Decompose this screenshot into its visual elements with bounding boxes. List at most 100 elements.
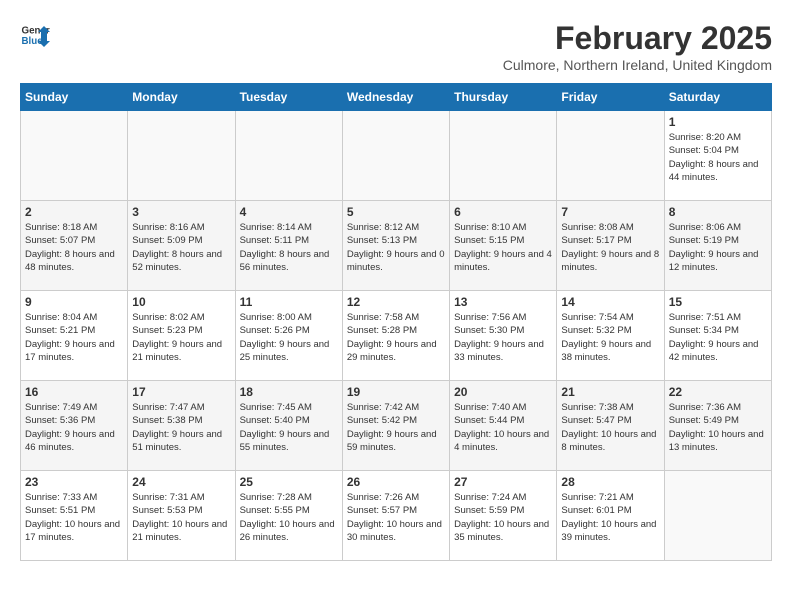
day-info: Sunrise: 7:47 AM Sunset: 5:38 PM Dayligh… [132,401,230,454]
day-info: Sunrise: 7:33 AM Sunset: 5:51 PM Dayligh… [25,491,123,544]
day-cell: 9 Sunrise: 8:04 AM Sunset: 5:21 PM Daylig… [21,291,128,381]
week-row-1: 1 Sunrise: 8:20 AM Sunset: 5:04 PM Daylig… [21,111,772,201]
day-number: 1 [669,115,767,129]
day-cell: 15 Sunrise: 7:51 AM Sunset: 5:34 PM Dayli… [664,291,771,381]
calendar-table: SundayMondayTuesdayWednesdayThursdayFrid… [20,83,772,561]
day-cell: 3Sunrise: 8:16 AM Sunset: 5:09 PM Daylig… [128,201,235,291]
weekday-header-row: SundayMondayTuesdayWednesdayThursdayFrid… [21,84,772,111]
location: Culmore, Northern Ireland, United Kingdo… [503,57,772,73]
day-number: 11 [240,295,338,309]
day-cell: 20 Sunrise: 7:40 AM Sunset: 5:44 PM Dayli… [450,381,557,471]
logo-icon: General Blue [20,20,50,50]
day-info: Sunrise: 7:58 AM Sunset: 5:28 PM Dayligh… [347,311,445,364]
day-cell: 28 Sunrise: 7:21 AM Sunset: 6:01 PM Dayli… [557,471,664,561]
day-cell: 25 Sunrise: 7:28 AM Sunset: 5:55 PM Dayli… [235,471,342,561]
logo: General Blue [20,20,50,50]
week-row-5: 23Sunrise: 7:33 AM Sunset: 5:51 PM Dayli… [21,471,772,561]
day-number: 9 [25,295,123,309]
day-number: 6 [454,205,552,219]
day-cell [21,111,128,201]
day-cell [235,111,342,201]
day-cell: 2 Sunrise: 8:18 AM Sunset: 5:07 PM Daylig… [21,201,128,291]
day-number: 20 [454,385,552,399]
day-number: 24 [132,475,230,489]
day-cell [450,111,557,201]
day-cell: 26Sunrise: 7:26 AM Sunset: 5:57 PM Dayli… [342,471,449,561]
day-number: 14 [561,295,659,309]
day-info: Sunrise: 8:04 AM Sunset: 5:21 PM Dayligh… [25,311,123,364]
day-number: 17 [132,385,230,399]
day-number: 12 [347,295,445,309]
weekday-header-tuesday: Tuesday [235,84,342,111]
day-info: Sunrise: 8:00 AM Sunset: 5:26 PM Dayligh… [240,311,338,364]
day-number: 27 [454,475,552,489]
day-info: Sunrise: 8:20 AM Sunset: 5:04 PM Dayligh… [669,131,767,184]
day-info: Sunrise: 7:45 AM Sunset: 5:40 PM Dayligh… [240,401,338,454]
day-number: 28 [561,475,659,489]
day-number: 5 [347,205,445,219]
day-cell: 1 Sunrise: 8:20 AM Sunset: 5:04 PM Daylig… [664,111,771,201]
day-number: 13 [454,295,552,309]
day-number: 18 [240,385,338,399]
day-info: Sunrise: 8:16 AM Sunset: 5:09 PM Dayligh… [132,221,230,274]
day-info: Sunrise: 8:14 AM Sunset: 5:11 PM Dayligh… [240,221,338,274]
day-cell: 4 Sunrise: 8:14 AM Sunset: 5:11 PM Daylig… [235,201,342,291]
day-cell: 5 Sunrise: 8:12 AM Sunset: 5:13 PM Daylig… [342,201,449,291]
day-cell: 21 Sunrise: 7:38 AM Sunset: 5:47 PM Dayli… [557,381,664,471]
day-cell: 6 Sunrise: 8:10 AM Sunset: 5:15 PM Daylig… [450,201,557,291]
day-info: Sunrise: 7:28 AM Sunset: 5:55 PM Dayligh… [240,491,338,544]
day-number: 19 [347,385,445,399]
day-number: 25 [240,475,338,489]
week-row-4: 16 Sunrise: 7:49 AM Sunset: 5:36 PM Dayli… [21,381,772,471]
day-info: Sunrise: 7:40 AM Sunset: 5:44 PM Dayligh… [454,401,552,454]
day-cell [342,111,449,201]
day-info: Sunrise: 8:12 AM Sunset: 5:13 PM Dayligh… [347,221,445,274]
day-number: 7 [561,205,659,219]
day-cell: 14 Sunrise: 7:54 AM Sunset: 5:32 PM Dayli… [557,291,664,381]
day-info: Sunrise: 8:06 AM Sunset: 5:19 PM Dayligh… [669,221,767,274]
day-info: Sunrise: 7:31 AM Sunset: 5:53 PM Dayligh… [132,491,230,544]
day-info: Sunrise: 7:56 AM Sunset: 5:30 PM Dayligh… [454,311,552,364]
weekday-header-monday: Monday [128,84,235,111]
day-info: Sunrise: 7:49 AM Sunset: 5:36 PM Dayligh… [25,401,123,454]
week-row-3: 9 Sunrise: 8:04 AM Sunset: 5:21 PM Daylig… [21,291,772,381]
day-number: 4 [240,205,338,219]
day-info: Sunrise: 7:38 AM Sunset: 5:47 PM Dayligh… [561,401,659,454]
day-number: 15 [669,295,767,309]
weekday-header-wednesday: Wednesday [342,84,449,111]
day-info: Sunrise: 8:02 AM Sunset: 5:23 PM Dayligh… [132,311,230,364]
day-cell: 18 Sunrise: 7:45 AM Sunset: 5:40 PM Dayli… [235,381,342,471]
day-number: 21 [561,385,659,399]
day-number: 22 [669,385,767,399]
day-cell: 8 Sunrise: 8:06 AM Sunset: 5:19 PM Daylig… [664,201,771,291]
day-cell: 17 Sunrise: 7:47 AM Sunset: 5:38 PM Dayli… [128,381,235,471]
title-block: February 2025 Culmore, Northern Ireland,… [503,20,772,73]
day-number: 2 [25,205,123,219]
day-info: Sunrise: 7:42 AM Sunset: 5:42 PM Dayligh… [347,401,445,454]
day-info: Sunrise: 7:21 AM Sunset: 6:01 PM Dayligh… [561,491,659,544]
day-info: Sunrise: 7:51 AM Sunset: 5:34 PM Dayligh… [669,311,767,364]
week-row-2: 2 Sunrise: 8:18 AM Sunset: 5:07 PM Daylig… [21,201,772,291]
month-title: February 2025 [503,20,772,57]
day-cell [557,111,664,201]
day-cell: 12 Sunrise: 7:58 AM Sunset: 5:28 PM Dayli… [342,291,449,381]
day-cell: 11 Sunrise: 8:00 AM Sunset: 5:26 PM Dayli… [235,291,342,381]
day-cell: 23Sunrise: 7:33 AM Sunset: 5:51 PM Dayli… [21,471,128,561]
day-cell: 19 Sunrise: 7:42 AM Sunset: 5:42 PM Dayli… [342,381,449,471]
day-number: 26 [347,475,445,489]
day-number: 10 [132,295,230,309]
day-info: Sunrise: 8:10 AM Sunset: 5:15 PM Dayligh… [454,221,552,274]
page-header: General Blue February 2025 Culmore, Nort… [20,20,772,73]
weekday-header-saturday: Saturday [664,84,771,111]
day-number: 8 [669,205,767,219]
day-cell: 22Sunrise: 7:36 AM Sunset: 5:49 PM Dayli… [664,381,771,471]
day-number: 16 [25,385,123,399]
day-cell: 27 Sunrise: 7:24 AM Sunset: 5:59 PM Dayli… [450,471,557,561]
day-info: Sunrise: 7:54 AM Sunset: 5:32 PM Dayligh… [561,311,659,364]
day-cell: 16 Sunrise: 7:49 AM Sunset: 5:36 PM Dayli… [21,381,128,471]
day-info: Sunrise: 7:24 AM Sunset: 5:59 PM Dayligh… [454,491,552,544]
day-info: Sunrise: 8:18 AM Sunset: 5:07 PM Dayligh… [25,221,123,274]
day-cell [128,111,235,201]
weekday-header-thursday: Thursday [450,84,557,111]
day-cell: 7Sunrise: 8:08 AM Sunset: 5:17 PM Daylig… [557,201,664,291]
